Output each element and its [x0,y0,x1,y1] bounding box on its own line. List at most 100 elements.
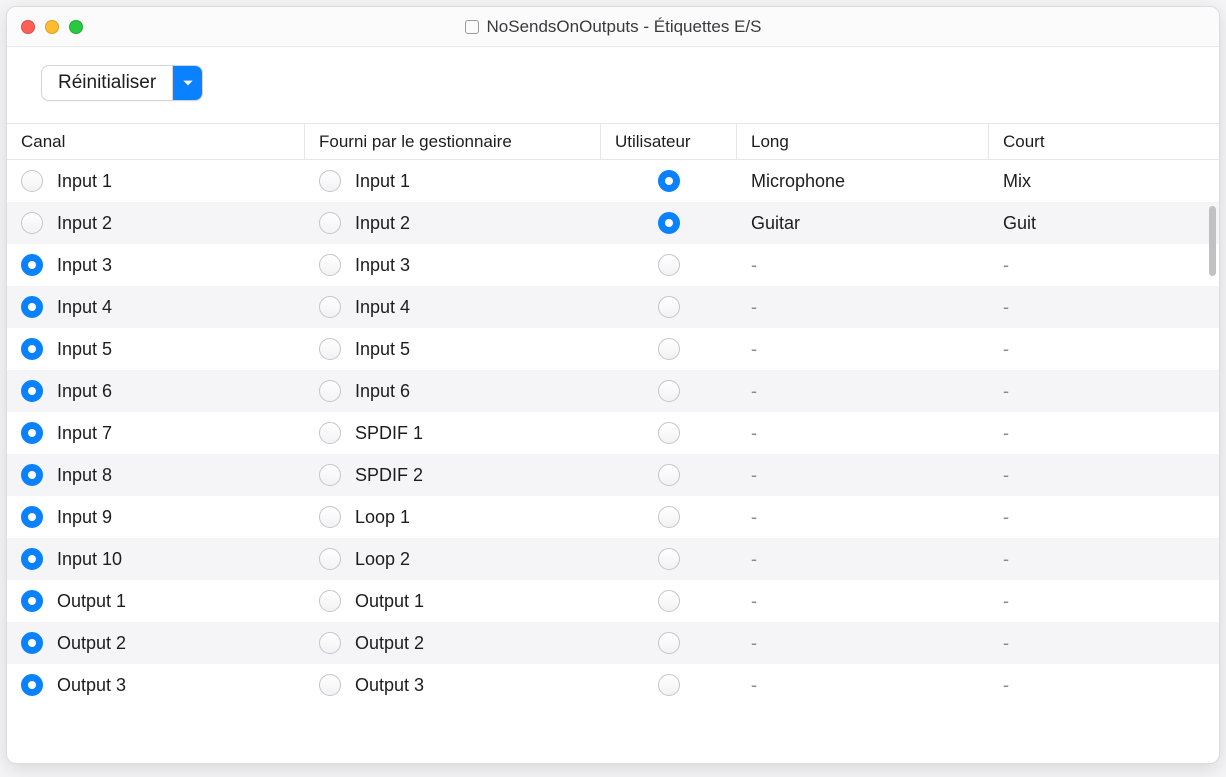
radio-utilisateur[interactable] [658,254,680,276]
cell-court[interactable]: - [989,454,1197,496]
table-row: Input 6Input 6-- [7,370,1219,412]
cell-long[interactable]: - [737,328,989,370]
cell-fourni: SPDIF 1 [305,412,601,454]
zoom-icon[interactable] [69,20,83,34]
radio-canal[interactable] [21,548,43,570]
radio-utilisateur[interactable] [658,632,680,654]
col-court[interactable]: Court [989,124,1197,159]
cell-canal: Input 1 [7,160,305,202]
radio-canal[interactable] [21,212,43,234]
radio-utilisateur[interactable] [658,380,680,402]
radio-utilisateur[interactable] [658,422,680,444]
window-controls [7,20,83,34]
cell-court[interactable]: - [989,412,1197,454]
cell-utilisateur [601,370,737,412]
cell-court[interactable]: - [989,328,1197,370]
cell-long[interactable]: - [737,454,989,496]
radio-utilisateur[interactable] [658,170,680,192]
radio-fourni[interactable] [319,338,341,360]
radio-utilisateur[interactable] [658,590,680,612]
col-long[interactable]: Long [737,124,989,159]
cell-court[interactable]: - [989,496,1197,538]
cell-court[interactable]: Mix [989,160,1197,202]
radio-canal[interactable] [21,674,43,696]
cell-utilisateur [601,622,737,664]
minimize-icon[interactable] [45,20,59,34]
radio-utilisateur[interactable] [658,296,680,318]
cell-long[interactable]: - [737,286,989,328]
fourni-label: Loop 1 [355,507,410,528]
radio-fourni[interactable] [319,506,341,528]
cell-long[interactable]: - [737,496,989,538]
cell-long[interactable]: - [737,370,989,412]
table-row: Input 2Input 2GuitarGuit [7,202,1219,244]
radio-utilisateur[interactable] [658,212,680,234]
radio-utilisateur[interactable] [658,506,680,528]
radio-canal[interactable] [21,170,43,192]
fourni-label: Input 6 [355,381,410,402]
cell-court[interactable]: - [989,664,1197,706]
reset-button[interactable]: Réinitialiser [41,65,203,101]
cell-long[interactable]: - [737,622,989,664]
cell-court[interactable]: - [989,538,1197,580]
radio-fourni[interactable] [319,422,341,444]
radio-fourni[interactable] [319,296,341,318]
radio-canal[interactable] [21,422,43,444]
radio-fourni[interactable] [319,170,341,192]
table-row: Output 2Output 2-- [7,622,1219,664]
cell-court[interactable]: - [989,580,1197,622]
cell-court[interactable]: - [989,370,1197,412]
cell-canal: Input 3 [7,244,305,286]
chevron-down-icon[interactable] [172,66,202,100]
cell-court[interactable]: - [989,244,1197,286]
col-utilisateur[interactable]: Utilisateur [601,124,737,159]
radio-canal[interactable] [21,632,43,654]
close-icon[interactable] [21,20,35,34]
radio-canal[interactable] [21,338,43,360]
cell-canal: Input 10 [7,538,305,580]
cell-long[interactable]: - [737,580,989,622]
radio-utilisateur[interactable] [658,464,680,486]
scrollbar-thumb[interactable] [1209,206,1216,276]
radio-utilisateur[interactable] [658,338,680,360]
radio-fourni[interactable] [319,632,341,654]
table-row: Input 10Loop 2-- [7,538,1219,580]
radio-fourni[interactable] [319,548,341,570]
table-row: Input 9Loop 1-- [7,496,1219,538]
cell-utilisateur [601,538,737,580]
titlebar: NoSendsOnOutputs - Étiquettes E/S [7,7,1219,47]
toolbar: Réinitialiser [7,47,1219,123]
radio-canal[interactable] [21,380,43,402]
radio-utilisateur[interactable] [658,674,680,696]
radio-fourni[interactable] [319,254,341,276]
cell-long[interactable]: - [737,244,989,286]
cell-court[interactable]: - [989,286,1197,328]
cell-court[interactable]: Guit [989,202,1197,244]
cell-fourni: Input 6 [305,370,601,412]
cell-court[interactable]: - [989,622,1197,664]
canal-label: Output 1 [57,591,126,612]
radio-fourni[interactable] [319,464,341,486]
cell-long[interactable]: Microphone [737,160,989,202]
cell-long[interactable]: - [737,412,989,454]
radio-canal[interactable] [21,590,43,612]
col-fourni[interactable]: Fourni par le gestionnaire [305,124,601,159]
radio-canal[interactable] [21,464,43,486]
cell-canal: Input 8 [7,454,305,496]
cell-long[interactable]: Guitar [737,202,989,244]
radio-canal[interactable] [21,254,43,276]
col-canal[interactable]: Canal [7,124,305,159]
radio-utilisateur[interactable] [658,548,680,570]
table-row: Input 8SPDIF 2-- [7,454,1219,496]
cell-long[interactable]: - [737,664,989,706]
cell-utilisateur [601,202,737,244]
radio-canal[interactable] [21,506,43,528]
radio-fourni[interactable] [319,212,341,234]
radio-fourni[interactable] [319,674,341,696]
table-body: Input 1Input 1MicrophoneMixInput 2Input … [7,160,1219,763]
radio-fourni[interactable] [319,590,341,612]
radio-fourni[interactable] [319,380,341,402]
radio-canal[interactable] [21,296,43,318]
cell-long[interactable]: - [737,538,989,580]
table-row: Input 5Input 5-- [7,328,1219,370]
